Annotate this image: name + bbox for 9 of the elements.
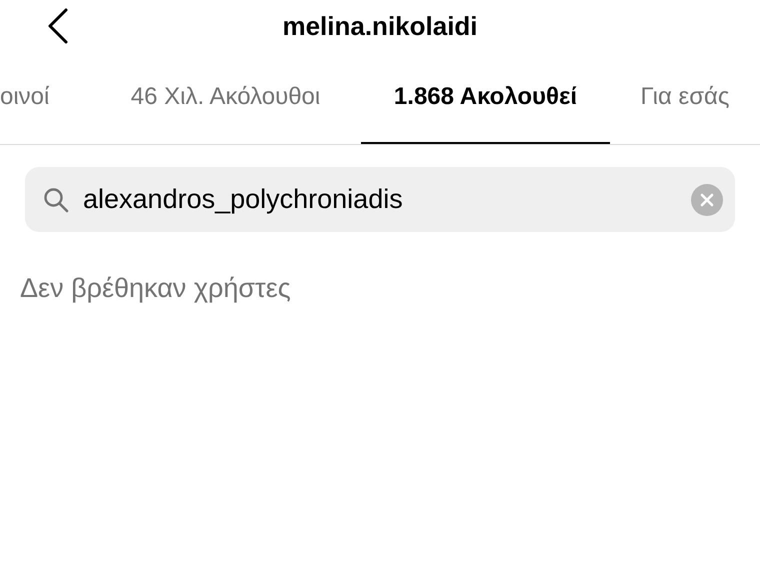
tab[interactable]: Για εσάς <box>610 52 760 144</box>
back-icon[interactable] <box>46 8 70 44</box>
profile-username: melina.nikolaidi <box>282 10 478 42</box>
search-icon <box>43 187 69 213</box>
tab[interactable]: 46 Χιλ. Ακόλουθοι <box>90 52 361 144</box>
search-field[interactable]: alexandros_polychroniadis <box>25 167 735 232</box>
empty-message: Δεν βρέθηκαν χρήστες <box>20 273 291 303</box>
tab[interactable]: 1.868 Ακολουθεί <box>361 52 610 144</box>
tab[interactable]: οινοί <box>0 52 90 144</box>
